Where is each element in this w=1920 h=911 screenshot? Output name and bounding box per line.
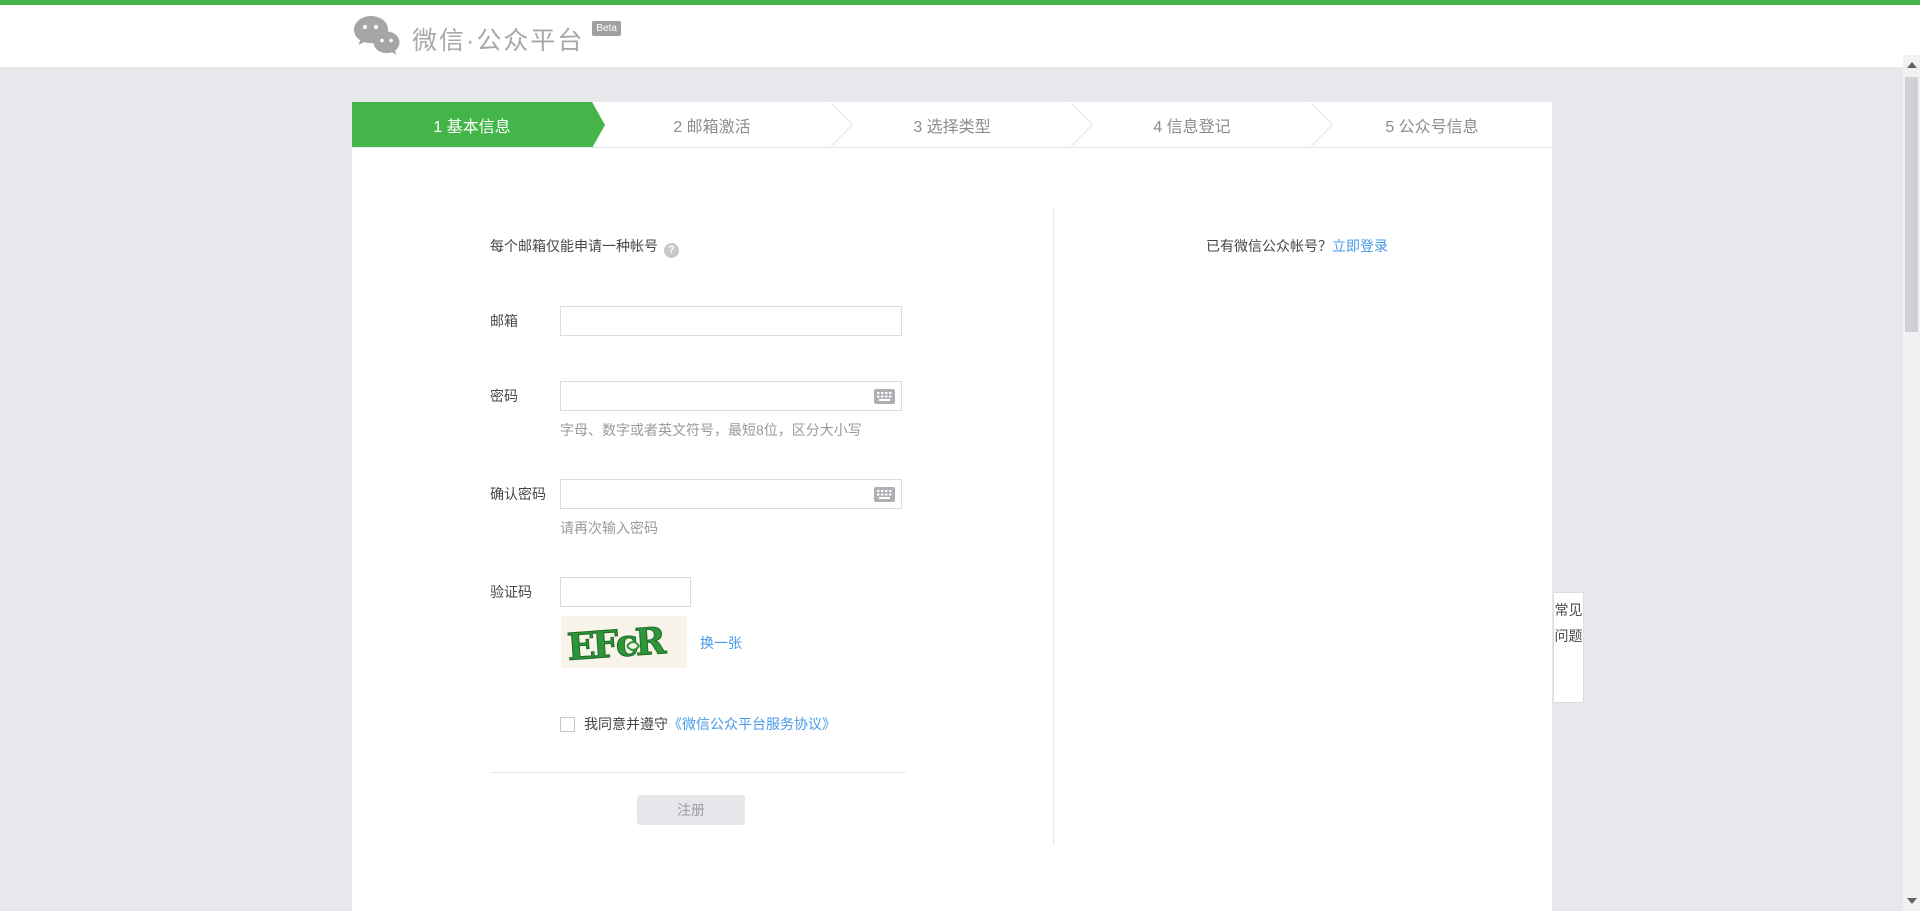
step-1-basic-info: 1 基本信息 [352,102,592,147]
scrollbar-thumb[interactable] [1905,77,1918,332]
email-input-wrap [560,306,902,336]
logo: 微信·公众平台 Beta [352,15,621,62]
login-prompt: 已有微信公众帐号？立即登录 [1206,236,1388,256]
confirm-password-label: 确认密码 [490,479,552,509]
confirm-password-hint: 请再次输入密码 [560,518,658,538]
email-rule-note: 每个邮箱仅能申请一种帐号? [490,236,679,258]
step-3-select-type: 3 选择类型 [832,102,1072,147]
step-4-info-registration: 4 信息登记 [1072,102,1312,147]
password-input-wrap [560,381,902,411]
question-mark-icon[interactable]: ? [664,243,679,258]
form-divider [490,772,906,773]
password-label: 密码 [490,381,552,411]
scroll-up-arrow-icon[interactable] [1907,62,1917,68]
captcha-label: 验证码 [490,577,552,607]
step-label: 1 基本信息 [433,113,510,137]
step-label: 5 公众号信息 [1385,113,1478,137]
agreement-text: 我同意并遵守 [584,716,668,732]
beta-badge: Beta [592,21,621,36]
password-hint: 字母、数字或者英文符号，最短8位，区分大小写 [560,420,862,440]
captcha-image: EFcR [561,616,687,668]
login-now-link[interactable]: 立即登录 [1332,238,1388,254]
email-input[interactable] [560,306,902,336]
app-title: 微信·公众平台 [412,21,584,57]
captcha-refresh-link[interactable]: 换一张 [700,633,742,653]
keyboard-icon[interactable] [874,389,895,404]
step-progress-bar: 1 基本信息 2 邮箱激活 3 选择类型 4 信息登记 5 公众号信息 [352,102,1552,148]
column-divider [1053,208,1054,845]
captcha-input-wrap [560,577,691,607]
faq-side-tab[interactable]: 常见问题 [1553,592,1584,703]
vertical-scrollbar[interactable] [1903,55,1920,911]
svg-text:EFcR: EFcR [566,618,668,668]
page-header: 微信·公众平台 Beta [0,5,1920,67]
confirm-password-input[interactable] [560,479,902,509]
password-input[interactable] [560,381,902,411]
step-5-account-info: 5 公众号信息 [1312,102,1552,147]
step-label: 3 选择类型 [913,113,990,137]
register-button[interactable]: 注册 [637,795,745,825]
wechat-bubbles-icon [352,15,400,62]
register-card: 1 基本信息 2 邮箱激活 3 选择类型 4 信息登记 5 公众号信息 每个邮箱… [352,102,1552,911]
keyboard-icon[interactable] [874,487,895,502]
captcha-input[interactable] [560,577,691,607]
step-label: 4 信息登记 [1153,113,1230,137]
step-label: 2 邮箱激活 [673,113,750,137]
agreement-checkbox[interactable] [560,717,575,732]
scroll-down-arrow-icon[interactable] [1907,898,1917,904]
step-2-email-activation: 2 邮箱激活 [592,102,832,147]
confirm-password-input-wrap [560,479,902,509]
service-agreement-link[interactable]: 《微信公众平台服务协议》 [668,716,836,732]
login-prompt-text: 已有微信公众帐号？ [1206,238,1332,254]
email-label: 邮箱 [490,306,552,336]
email-rule-text: 每个邮箱仅能申请一种帐号 [490,238,658,254]
agreement-row: 我同意并遵守《微信公众平台服务协议》 [560,714,836,732]
